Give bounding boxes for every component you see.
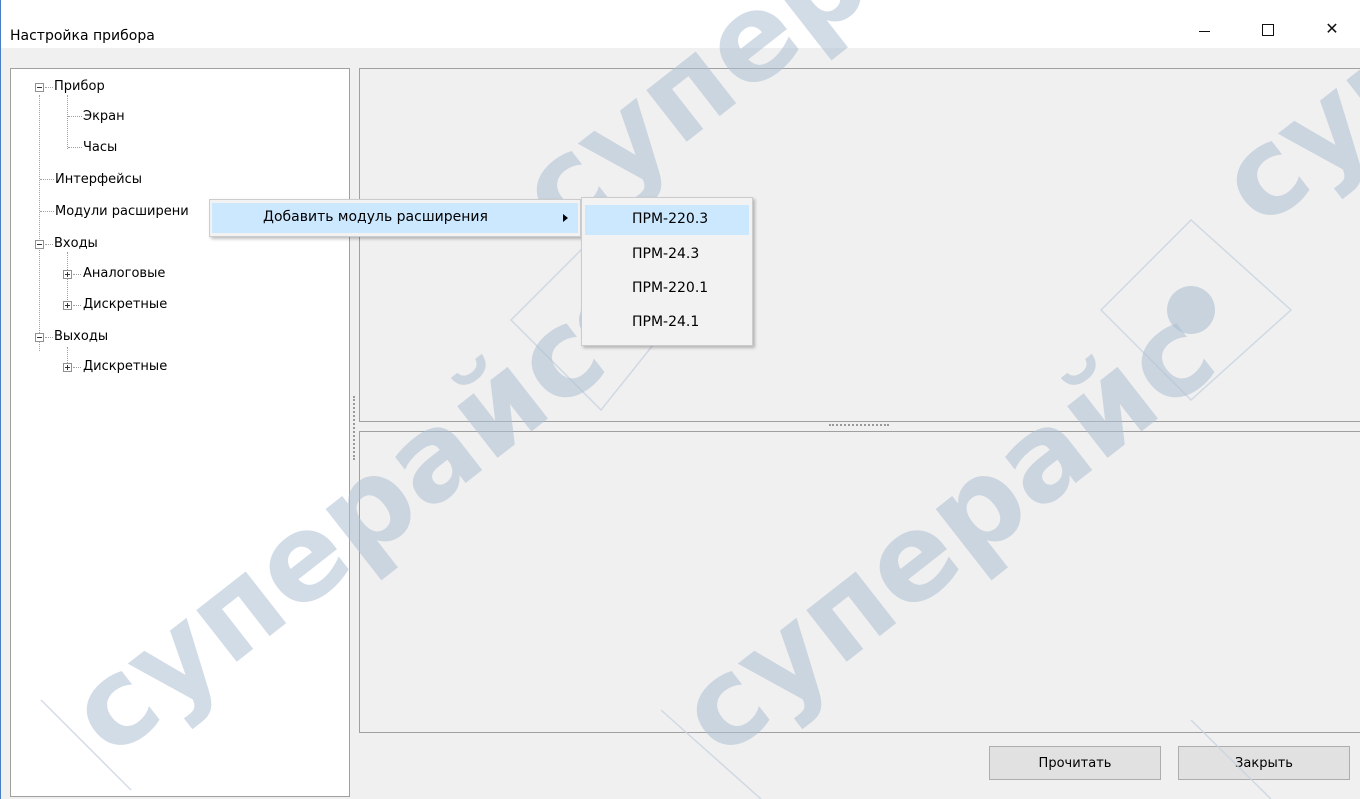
- submenu-item-prm-220-1[interactable]: ПРМ-220.1: [585, 274, 749, 304]
- read-button-label: Прочитать: [1038, 755, 1112, 771]
- tree-item-device[interactable]: Прибор: [54, 77, 105, 97]
- tree-line: [68, 147, 82, 148]
- submenu-item-prm-220-3[interactable]: ПРМ-220.3: [585, 205, 749, 235]
- submenu-item-label: ПРМ-220.1: [632, 280, 709, 296]
- submenu-arrow-icon: [563, 214, 568, 222]
- horizontal-splitter[interactable]: [829, 424, 889, 428]
- close-button[interactable]: Закрыть: [1178, 746, 1350, 780]
- expand-icon[interactable]: [63, 270, 72, 279]
- tree-item-label: Модули расширени: [55, 204, 189, 219]
- window-title: Настройка прибора: [10, 28, 155, 44]
- tree-line: [45, 87, 53, 88]
- menu-item-label: Добавить модуль расширения: [263, 209, 488, 225]
- tree-item-label: Дискретные: [83, 359, 168, 374]
- vertical-splitter[interactable]: [353, 396, 357, 460]
- read-button[interactable]: Прочитать: [989, 746, 1161, 780]
- menu-item-add-expansion-module[interactable]: Добавить модуль расширения: [212, 203, 578, 233]
- collapse-icon[interactable]: [35, 83, 44, 92]
- description-panel: [359, 431, 1360, 733]
- tree-item-label: Дискретные: [83, 297, 168, 312]
- tree-line: [68, 116, 82, 117]
- tree-item-expansion-modules[interactable]: Модули расширени: [55, 202, 189, 222]
- context-menu: Добавить модуль расширения: [209, 199, 581, 237]
- tree-item-label: Интерфейсы: [55, 172, 143, 187]
- submenu-modules: ПРМ-220.3 ПРМ-24.3 ПРМ-220.1 ПРМ-24.1: [581, 197, 753, 346]
- tree-item-label: Прибор: [54, 79, 105, 94]
- tree-item-discrete-outputs[interactable]: Дискретные: [83, 357, 167, 377]
- tree-line: [73, 274, 81, 275]
- expand-icon[interactable]: [63, 301, 72, 310]
- tree-line: [73, 367, 81, 368]
- maximize-icon: [1262, 24, 1274, 36]
- tree-line: [45, 337, 53, 338]
- device-tree[interactable]: Прибор Экран Часы Интерфейсы Модули расш…: [10, 68, 350, 797]
- tree-line: [73, 305, 81, 306]
- tree-line: [39, 95, 40, 351]
- title-bar: Настройка прибора ✕: [1, 0, 1360, 48]
- tree-line: [40, 211, 54, 212]
- tree-line: [40, 179, 54, 180]
- tree-line: [45, 244, 53, 245]
- tree-item-label: Аналоговые: [83, 266, 166, 281]
- tree-item-clock[interactable]: Часы: [83, 138, 117, 158]
- tree-item-label: Экран: [83, 109, 125, 124]
- maximize-button[interactable]: [1245, 8, 1291, 48]
- tree-line: [67, 95, 68, 149]
- settings-window: Настройка прибора ✕ Прибор Экран Часы Ин…: [0, 0, 1360, 799]
- submenu-item-label: ПРМ-24.1: [632, 314, 700, 330]
- submenu-item-prm-24-1[interactable]: ПРМ-24.1: [585, 308, 749, 338]
- tree-item-label: Входы: [54, 236, 98, 251]
- minimize-icon: [1198, 30, 1210, 32]
- tree-item-outputs[interactable]: Выходы: [54, 327, 108, 347]
- tree-item-analog-inputs[interactable]: Аналоговые: [83, 264, 165, 284]
- submenu-item-label: ПРМ-24.3: [632, 246, 700, 262]
- properties-panel: [359, 68, 1360, 422]
- expand-icon[interactable]: [63, 363, 72, 372]
- minimize-button[interactable]: [1181, 8, 1227, 48]
- tree-item-interfaces[interactable]: Интерфейсы: [55, 170, 142, 190]
- tree-item-discrete-inputs[interactable]: Дискретные: [83, 295, 167, 315]
- submenu-item-prm-24-3[interactable]: ПРМ-24.3: [585, 240, 749, 270]
- tree-item-label: Выходы: [54, 329, 109, 344]
- submenu-item-label: ПРМ-220.3: [632, 211, 709, 227]
- close-window-button[interactable]: ✕: [1309, 8, 1355, 48]
- tree-item-inputs[interactable]: Входы: [54, 234, 98, 254]
- tree-item-screen[interactable]: Экран: [83, 107, 125, 127]
- close-icon: ✕: [1325, 18, 1339, 38]
- collapse-icon[interactable]: [35, 240, 44, 249]
- collapse-icon[interactable]: [35, 333, 44, 342]
- close-button-label: Закрыть: [1235, 755, 1293, 771]
- tree-item-label: Часы: [83, 140, 118, 155]
